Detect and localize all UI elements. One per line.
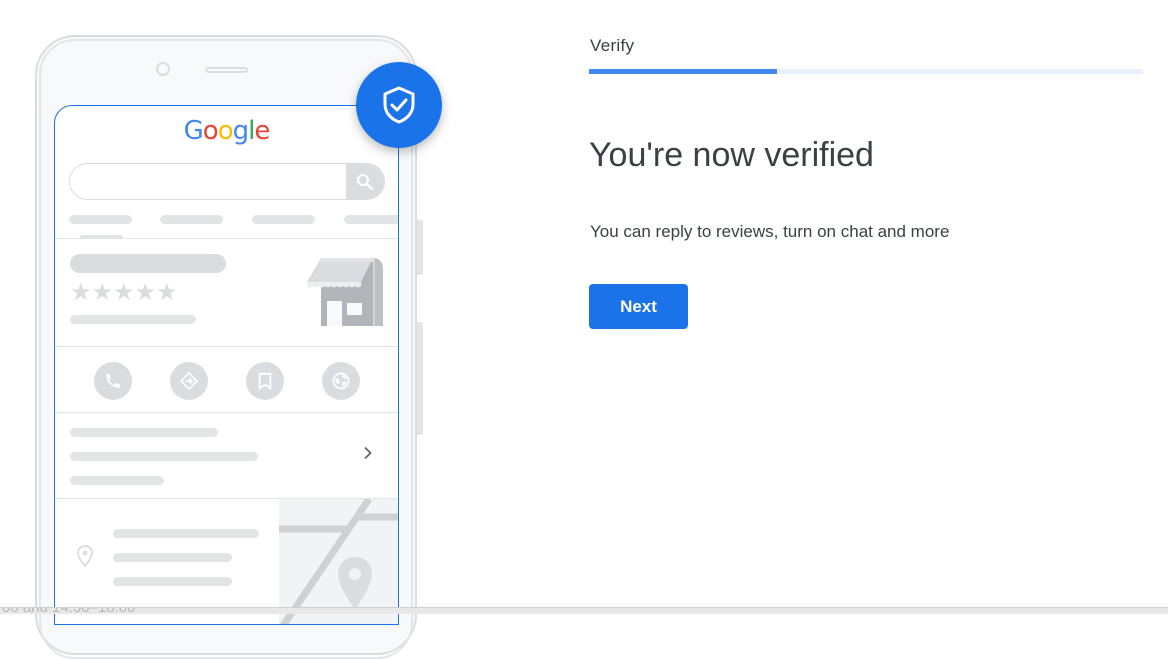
search-icon — [357, 173, 374, 190]
logo-letter: e — [254, 116, 270, 146]
phone-screen: Google ★★★★★ — [54, 105, 399, 625]
next-button[interactable]: Next — [589, 284, 688, 329]
placeholder-line — [113, 577, 232, 586]
directions-action-illustration — [170, 362, 208, 400]
placeholder-tab — [344, 215, 398, 224]
bookmark-icon — [258, 372, 272, 390]
call-action-illustration — [94, 362, 132, 400]
search-bar-illustration — [69, 163, 385, 200]
phone-icon — [106, 374, 120, 388]
placeholder-tab — [252, 215, 315, 224]
directions-icon — [179, 371, 199, 391]
verified-badge — [356, 62, 442, 148]
description-text: You can reply to reviews, turn on chat a… — [590, 222, 950, 241]
location-pin-icon — [76, 544, 94, 573]
placeholder-line — [70, 476, 164, 485]
placeholder-tab — [69, 215, 132, 224]
divider — [55, 238, 398, 239]
placeholder-line — [70, 452, 258, 461]
progress-bar — [589, 69, 1143, 74]
phone-camera — [156, 62, 170, 76]
logo-letter: g — [232, 116, 249, 146]
progress-bar-fill — [589, 69, 778, 74]
placeholder-tab — [160, 215, 223, 224]
save-action-illustration — [246, 362, 284, 400]
partial-hours-text: 00 and 14:30–18:00 — [2, 608, 135, 614]
divider — [55, 346, 398, 347]
chevron-right-icon — [363, 446, 373, 465]
logo-letter: o — [217, 116, 234, 146]
placeholder-line — [70, 428, 218, 437]
website-action-illustration — [322, 362, 360, 400]
phone-speaker — [205, 67, 248, 73]
logo-letter: o — [202, 116, 219, 146]
placeholder-line — [70, 315, 196, 324]
bottom-overlay-strip: 00 and 14:30–18:00 — [0, 607, 1168, 614]
placeholder-business-name — [70, 254, 226, 273]
globe-icon — [332, 372, 350, 390]
phone-side-button — [417, 322, 423, 435]
search-button-illustration — [346, 164, 384, 199]
phone-illustration: Google ★★★★★ — [0, 0, 460, 659]
shield-check-icon — [383, 86, 415, 124]
step-title: Verify — [590, 36, 635, 55]
google-logo: Google — [55, 116, 398, 146]
rating-stars: ★★★★★ — [70, 278, 178, 306]
placeholder-line — [113, 529, 259, 538]
phone-side-button — [417, 220, 423, 275]
logo-letter: G — [183, 116, 204, 146]
divider — [55, 412, 398, 413]
placeholder-line — [113, 553, 232, 562]
page-title: You're now verified — [589, 136, 874, 174]
storefront-icon — [307, 258, 383, 326]
